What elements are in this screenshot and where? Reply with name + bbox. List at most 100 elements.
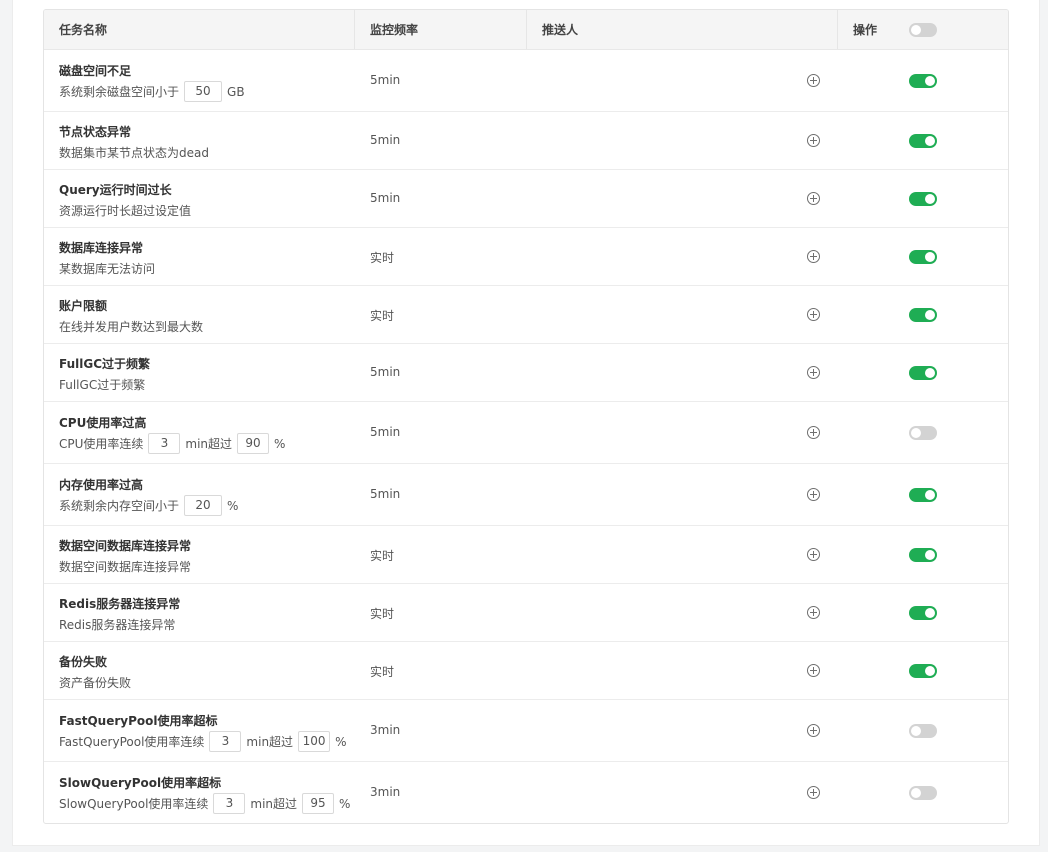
add-pusher-icon[interactable] bbox=[807, 74, 820, 87]
threshold-input[interactable]: 100 bbox=[298, 731, 331, 752]
task-name-cell: Query运行时间过长资源运行时长超过设定值 bbox=[59, 170, 349, 228]
task-enable-switch[interactable] bbox=[909, 664, 937, 678]
add-pusher-icon[interactable] bbox=[807, 606, 820, 619]
task-name-cell: 节点状态异常 数据集市某节点状态为dead bbox=[59, 112, 349, 170]
switch-knob bbox=[925, 136, 935, 146]
monitor-frequency: 5min bbox=[370, 365, 401, 379]
task-description: 资源运行时长超过设定值 bbox=[59, 202, 191, 219]
task-name-cell: FastQueryPool使用率超标 FastQueryPool使用率连续 3 min… bbox=[59, 700, 349, 762]
description-text: 数据空间数据库连接异常 bbox=[59, 560, 192, 574]
task-title: Query运行时间过长 bbox=[59, 183, 172, 197]
monitor-frequency: 5min bbox=[370, 73, 401, 87]
task-title: FastQueryPool使用率超标 bbox=[59, 714, 218, 728]
task-description: 数据集市某节点状态为dead bbox=[59, 144, 209, 161]
task-enable-switch[interactable] bbox=[909, 74, 937, 88]
threshold-input[interactable]: 3 bbox=[213, 793, 246, 814]
task-name-cell: CPU使用率过高 CPU使用率连续 3 min超过 90% bbox=[59, 402, 349, 464]
table-row: 数据库连接异常 某数据库无法访问 实时 bbox=[44, 228, 1008, 286]
add-pusher-icon[interactable] bbox=[807, 548, 820, 561]
task-enable-switch[interactable] bbox=[909, 308, 937, 322]
alert-task-panel: 任务名称 监控频率 推送人 操作 磁盘空间不足 系统剩余磁盘空间小于 50 GB 5mi… bbox=[12, 0, 1040, 846]
task-name-cell: 备份失败资产备份失败 bbox=[59, 642, 349, 700]
add-pusher-icon[interactable] bbox=[807, 786, 820, 799]
add-pusher-icon[interactable] bbox=[807, 250, 820, 263]
add-pusher-icon[interactable] bbox=[807, 426, 820, 439]
task-enable-switch[interactable] bbox=[909, 250, 937, 264]
add-pusher-icon[interactable] bbox=[807, 724, 820, 737]
task-title: 内存使用率过高 bbox=[59, 478, 144, 492]
table-row: FastQueryPool使用率超标 FastQueryPool使用率连续 3 min… bbox=[44, 700, 1008, 762]
switch-knob bbox=[925, 608, 935, 618]
switch-knob bbox=[925, 666, 935, 676]
task-title: CPU使用率过高 bbox=[59, 416, 147, 430]
description-text: min超过 bbox=[250, 797, 298, 811]
task-enable-switch[interactable] bbox=[909, 192, 937, 206]
task-enable-switch[interactable] bbox=[909, 366, 937, 380]
description-text: GB bbox=[227, 84, 245, 99]
table-row: Redis服务器连接异常 Redis服务器连接异常 实时 bbox=[44, 584, 1008, 642]
monitor-frequency: 3min bbox=[370, 723, 401, 737]
description-text: FastQueryPool使用率连续 bbox=[59, 735, 205, 749]
description-text: % bbox=[339, 796, 351, 811]
column-header-task-name: 任务名称 bbox=[44, 10, 355, 49]
threshold-input[interactable]: 3 bbox=[148, 433, 181, 454]
description-text: 某数据库无法访问 bbox=[59, 262, 156, 276]
add-pusher-icon[interactable] bbox=[807, 664, 820, 677]
table-row: Query运行时间过长 资源运行时长超过设定值 5min bbox=[44, 170, 1008, 228]
monitor-frequency: 3min bbox=[370, 785, 401, 799]
table-row: 备份失败 资产备份失败 实时 bbox=[44, 642, 1008, 700]
description-text: CPU使用率连续 bbox=[59, 437, 144, 451]
monitor-frequency: 实时 bbox=[370, 309, 395, 323]
task-enable-switch[interactable] bbox=[909, 134, 937, 148]
table-body: 磁盘空间不足系统剩余磁盘空间小于 50 GB 5min 节点状态异常 数据集市某节点状态为… bbox=[44, 50, 1008, 823]
task-name-cell: 数据库连接异常 某数据库无法访问 bbox=[59, 228, 349, 286]
table-row: 内存使用率过高 系统剩余内存空间小于 20% 5min bbox=[44, 464, 1008, 526]
toggle-all-switch[interactable] bbox=[909, 23, 937, 37]
description-text: SlowQueryPool使用率连续 bbox=[59, 797, 209, 811]
task-title: 数据库连接异常 bbox=[59, 241, 144, 255]
monitor-frequency: 5min bbox=[370, 487, 401, 501]
table-row: FullGC过于频繁 FullGC过于频繁 5min bbox=[44, 344, 1008, 402]
table-row: 数据空间数据库连接异常 数据空间数据库连接异常 实时 bbox=[44, 526, 1008, 584]
task-title: 备份失败 bbox=[59, 655, 108, 669]
task-description: 在线并发用户数达到最大数 bbox=[59, 318, 203, 335]
description-text: 资源运行时长超过设定值 bbox=[59, 204, 192, 218]
task-description: SlowQueryPool使用率连续 3 min超过 95% bbox=[59, 793, 350, 814]
threshold-input[interactable]: 90 bbox=[237, 433, 270, 454]
add-pusher-icon[interactable] bbox=[807, 308, 820, 321]
task-enable-switch[interactable] bbox=[909, 548, 937, 562]
task-description: CPU使用率连续 3 min超过 90% bbox=[59, 433, 285, 454]
add-pusher-icon[interactable] bbox=[807, 366, 820, 379]
task-description: 数据空间数据库连接异常 bbox=[59, 558, 191, 575]
task-enable-switch[interactable] bbox=[909, 426, 937, 440]
task-description: Redis服务器连接异常 bbox=[59, 616, 175, 633]
switch-knob bbox=[911, 428, 921, 438]
description-text: FullGC过于频繁 bbox=[59, 378, 146, 392]
threshold-input[interactable]: 20 bbox=[184, 495, 223, 516]
threshold-input[interactable]: 50 bbox=[184, 81, 223, 102]
task-title: 磁盘空间不足 bbox=[59, 64, 132, 78]
threshold-input[interactable]: 3 bbox=[209, 731, 242, 752]
task-title: Redis服务器连接异常 bbox=[59, 597, 181, 611]
task-name-cell: FullGC过于频繁 FullGC过于频繁 bbox=[59, 344, 349, 402]
alert-task-table: 任务名称 监控频率 推送人 操作 磁盘空间不足 系统剩余磁盘空间小于 50 GB 5mi… bbox=[43, 9, 1009, 824]
threshold-input[interactable]: 95 bbox=[302, 793, 335, 814]
description-text: 资产备份失败 bbox=[59, 676, 132, 690]
switch-knob bbox=[911, 726, 921, 736]
add-pusher-icon[interactable] bbox=[807, 134, 820, 147]
add-pusher-icon[interactable] bbox=[807, 192, 820, 205]
description-text: 系统剩余磁盘空间小于 bbox=[59, 85, 180, 99]
task-enable-switch[interactable] bbox=[909, 724, 937, 738]
task-enable-switch[interactable] bbox=[909, 786, 937, 800]
table-row: 磁盘空间不足系统剩余磁盘空间小于 50 GB 5min bbox=[44, 50, 1008, 112]
task-title: 数据空间数据库连接异常 bbox=[59, 539, 192, 553]
task-name-cell: 账户限额 在线并发用户数达到最大数 bbox=[59, 286, 349, 344]
switch-knob bbox=[925, 490, 935, 500]
task-name-cell: SlowQueryPool使用率超标 SlowQueryPool使用率连续 3 min… bbox=[59, 762, 350, 823]
task-enable-switch[interactable] bbox=[909, 606, 937, 620]
task-enable-switch[interactable] bbox=[909, 488, 937, 502]
task-title: FullGC过于频繁 bbox=[59, 357, 151, 371]
switch-knob bbox=[925, 550, 935, 560]
add-pusher-icon[interactable] bbox=[807, 488, 820, 501]
task-description: 某数据库无法访问 bbox=[59, 260, 155, 277]
